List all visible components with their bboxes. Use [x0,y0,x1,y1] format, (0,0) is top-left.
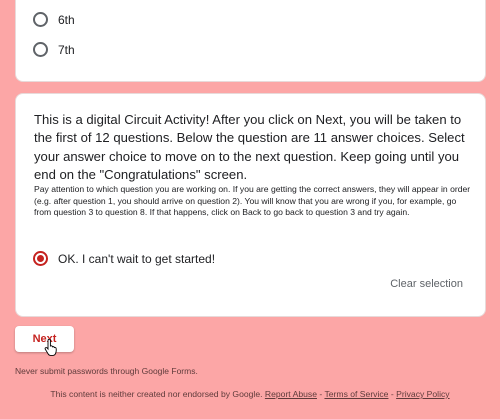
footer-separator: - [388,389,397,399]
footer-disclaimer: This content is neither created nor endo… [50,389,265,399]
terms-link[interactable]: Terms of Service [324,389,388,399]
radio-button[interactable] [33,12,48,27]
option-label: 6th [58,12,75,27]
intro-description: This is a digital Circuit Activity! Afte… [34,112,465,182]
option-start[interactable]: OK. I can't wait to get started! [33,251,215,266]
intro-note: Pay attention to which question you are … [34,184,471,218]
password-warning: Never submit passwords through Google Fo… [15,366,198,376]
option-label: 7th [58,42,75,57]
footer: This content is neither created nor endo… [0,389,500,399]
option-6th[interactable]: 6th [33,12,75,27]
option-label: OK. I can't wait to get started! [58,251,216,266]
question-card-previous: 6th 7th [15,0,486,82]
radio-button-checked[interactable] [33,251,48,266]
hand-pointer-icon [44,339,57,356]
privacy-link[interactable]: Privacy Policy [396,389,449,399]
clear-selection-button[interactable]: Clear selection [390,278,463,290]
option-7th[interactable]: 7th [33,42,75,57]
radio-button[interactable] [33,42,48,57]
intro-question-card: This is a digital Circuit Activity! Afte… [15,93,486,317]
report-abuse-link[interactable]: Report Abuse [265,389,317,399]
